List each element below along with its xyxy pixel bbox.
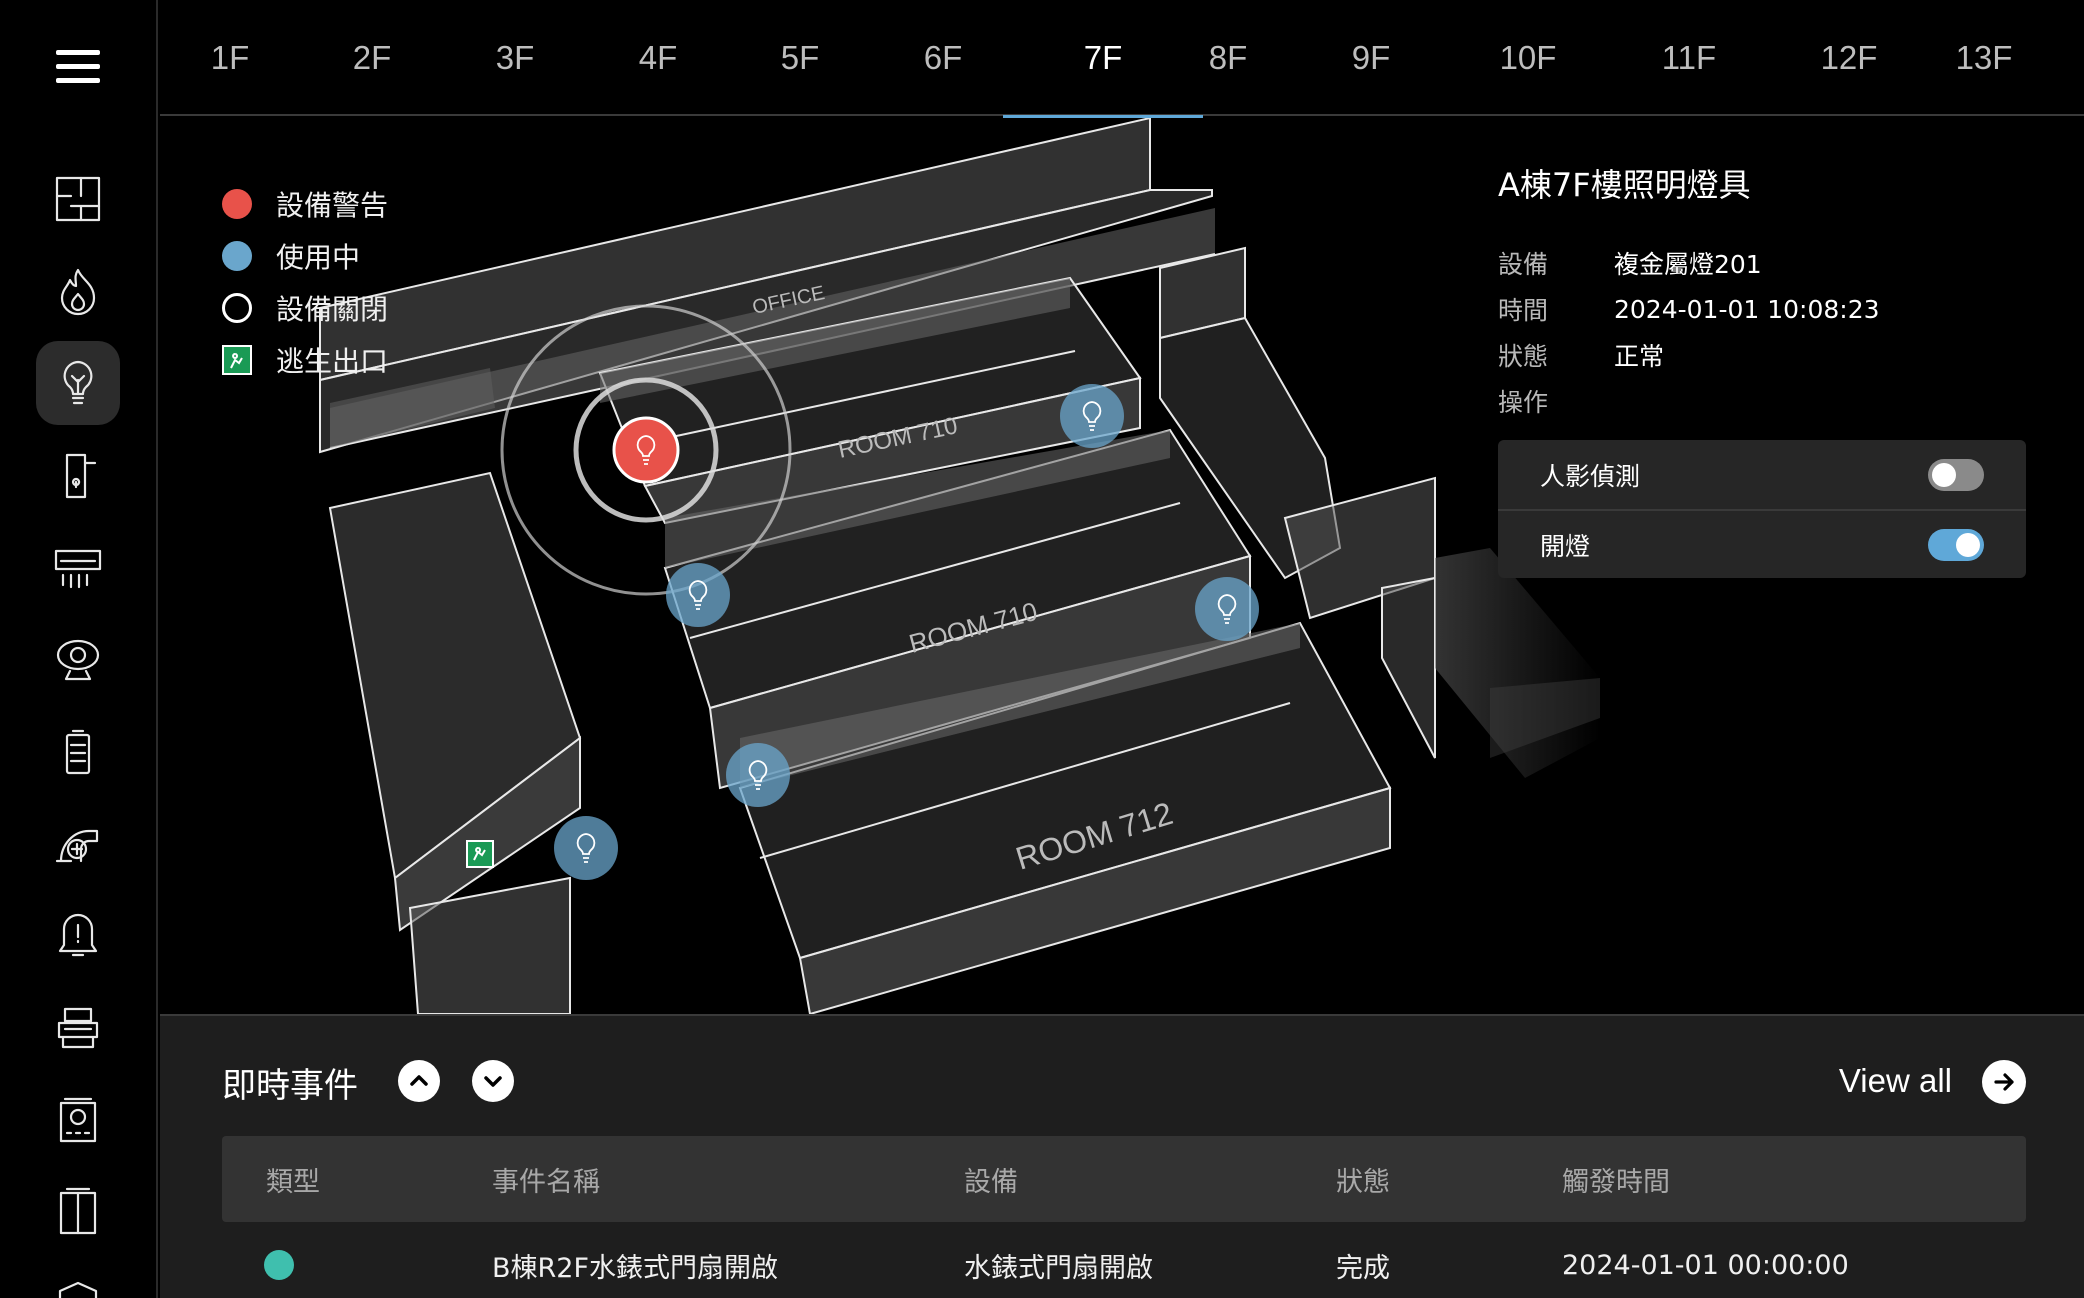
floor-tab-10f[interactable]: 10F — [1468, 0, 1588, 116]
info-val-device: 複金屬燈201 — [1614, 250, 1762, 279]
row-event-name: B棟R2F水錶式門扇開啟 — [492, 1252, 778, 1284]
chevron-down-icon — [484, 1076, 502, 1087]
floor-tab-9f[interactable]: 9F — [1321, 0, 1421, 116]
column-trigger-time: 觸發時間 — [1562, 1166, 1670, 1198]
events-panel: 即時事件 View all 類型 事件名稱 設備 狀態 觸發時間 B棟R2F水錶… — [160, 1014, 2084, 1298]
legend-in-use: 使用中 — [222, 230, 388, 282]
control-box: 人影偵測 開燈 — [1498, 440, 2026, 578]
floor-tab-5f[interactable]: 5F — [750, 0, 850, 116]
column-event-name: 事件名稱 — [492, 1166, 600, 1198]
info-row-status: 狀態 正常 — [1498, 332, 2026, 378]
alarm-bell-icon[interactable] — [36, 894, 120, 978]
floor-tab-2f[interactable]: 2F — [322, 0, 422, 116]
device-marker-in-use-5[interactable] — [554, 816, 618, 880]
floor-tab-8f[interactable]: 8F — [1178, 0, 1278, 116]
info-row-device: 設備 複金屬燈201 — [1498, 240, 2026, 286]
warning-dot-icon — [222, 189, 252, 219]
floor-tab-13f[interactable]: 13F — [1924, 0, 2044, 116]
info-key-status: 狀態 — [1498, 342, 1549, 371]
floor-tab-3f[interactable]: 3F — [465, 0, 565, 116]
sidebar — [0, 0, 158, 1298]
control-motion-detect-label: 人影偵測 — [1540, 461, 1641, 491]
info-key-operation: 操作 — [1498, 388, 1549, 417]
motion-detect-toggle[interactable] — [1928, 458, 1984, 491]
event-type-dot-icon — [264, 1250, 294, 1280]
device-info-title: A棟7F樓照明燈具 — [1498, 166, 1751, 204]
legend-warning: 設備警告 — [222, 178, 388, 230]
legend-exit: 逃生出口 — [222, 334, 388, 386]
shield-icon[interactable] — [36, 1262, 120, 1298]
floor-tabs: 1F 2F 3F 4F 5F 6F 7F 8F 9F 10F 11F 12F 1… — [160, 0, 2084, 118]
in-use-dot-icon — [222, 241, 252, 271]
floor-tab-12f[interactable]: 12F — [1789, 0, 1909, 116]
column-status: 狀態 — [1336, 1166, 1390, 1198]
info-key-time: 時間 — [1498, 296, 1549, 325]
legend-warning-label: 設備警告 — [276, 189, 389, 222]
info-key-device: 設備 — [1498, 250, 1549, 279]
device-marker-in-use-1[interactable] — [1060, 384, 1124, 448]
device-info-panel: A棟7F樓照明燈具 設備 複金屬燈201 時間 2024-01-01 10:08… — [1498, 160, 2026, 578]
column-type: 類型 — [266, 1166, 320, 1198]
legend-in-use-label: 使用中 — [276, 241, 361, 274]
device-marker-warning[interactable] — [612, 416, 680, 484]
info-val-status: 正常 — [1614, 342, 1665, 371]
map-legend: 設備警告 使用中 設備關閉 逃生出口 — [222, 178, 388, 386]
printer-icon[interactable] — [36, 986, 120, 1070]
fan-icon[interactable] — [36, 802, 120, 886]
device-marker-in-use-4[interactable] — [726, 743, 790, 807]
view-all-link[interactable]: View all — [1839, 1062, 1952, 1100]
elevator-icon[interactable] — [36, 1170, 120, 1254]
floor-tab-7f[interactable]: 7F — [1003, 0, 1203, 118]
exit-sign-icon — [466, 840, 494, 868]
floor-tab-1f[interactable]: 1F — [180, 0, 280, 116]
floorplan-icon[interactable] — [36, 157, 120, 241]
camera-icon[interactable] — [36, 618, 120, 702]
info-val-time: 2024-01-01 10:08:23 — [1614, 294, 1880, 324]
scroll-down-button[interactable] — [472, 1060, 514, 1102]
device-marker-in-use-3[interactable] — [1195, 577, 1259, 641]
off-dot-icon — [222, 293, 252, 323]
column-device: 設備 — [964, 1166, 1018, 1198]
events-title: 即時事件 — [222, 1066, 358, 1106]
events-table-header: 類型 事件名稱 設備 狀態 觸發時間 — [222, 1136, 2026, 1222]
info-row-time: 時間 2024-01-01 10:08:23 — [1498, 286, 2026, 332]
floor-tab-11f[interactable]: 11F — [1629, 0, 1749, 116]
floor-tab-4f[interactable]: 4F — [608, 0, 708, 116]
fire-icon[interactable] — [36, 249, 120, 333]
row-device: 水錶式門扇開啟 — [964, 1252, 1153, 1284]
legend-off-label: 設備關閉 — [276, 293, 389, 326]
battery-icon[interactable] — [36, 710, 120, 794]
table-row[interactable]: B棟R2F水錶式門扇開啟 水錶式門扇開啟 完成 2024-01-01 00:00… — [222, 1222, 2026, 1298]
legend-exit-label: 逃生出口 — [276, 345, 389, 378]
view-all-button[interactable] — [1982, 1060, 2026, 1104]
chevron-up-icon — [410, 1075, 428, 1086]
control-light-on: 開燈 — [1498, 509, 2026, 578]
legend-off: 設備關閉 — [222, 282, 388, 334]
air-conditioner-icon[interactable] — [36, 526, 120, 610]
arrow-right-icon — [1994, 1073, 2014, 1091]
door-lock-icon[interactable] — [36, 434, 120, 518]
info-row-operation: 操作 — [1498, 378, 2026, 424]
control-motion-detect: 人影偵測 — [1498, 440, 2026, 509]
panel-icon[interactable] — [36, 1078, 120, 1162]
row-trigger-time: 2024-01-01 00:00:00 — [1562, 1249, 1849, 1281]
control-light-on-label: 開燈 — [1540, 531, 1591, 561]
menu-icon[interactable] — [56, 50, 100, 86]
device-marker-in-use-2[interactable] — [666, 563, 730, 627]
exit-icon — [222, 345, 252, 375]
lightbulb-icon[interactable] — [36, 341, 120, 425]
row-status: 完成 — [1336, 1252, 1390, 1284]
scroll-up-button[interactable] — [398, 1060, 440, 1102]
light-on-toggle[interactable] — [1928, 528, 1984, 561]
row-type-cell — [264, 1222, 294, 1298]
floor-tab-6f[interactable]: 6F — [893, 0, 993, 116]
